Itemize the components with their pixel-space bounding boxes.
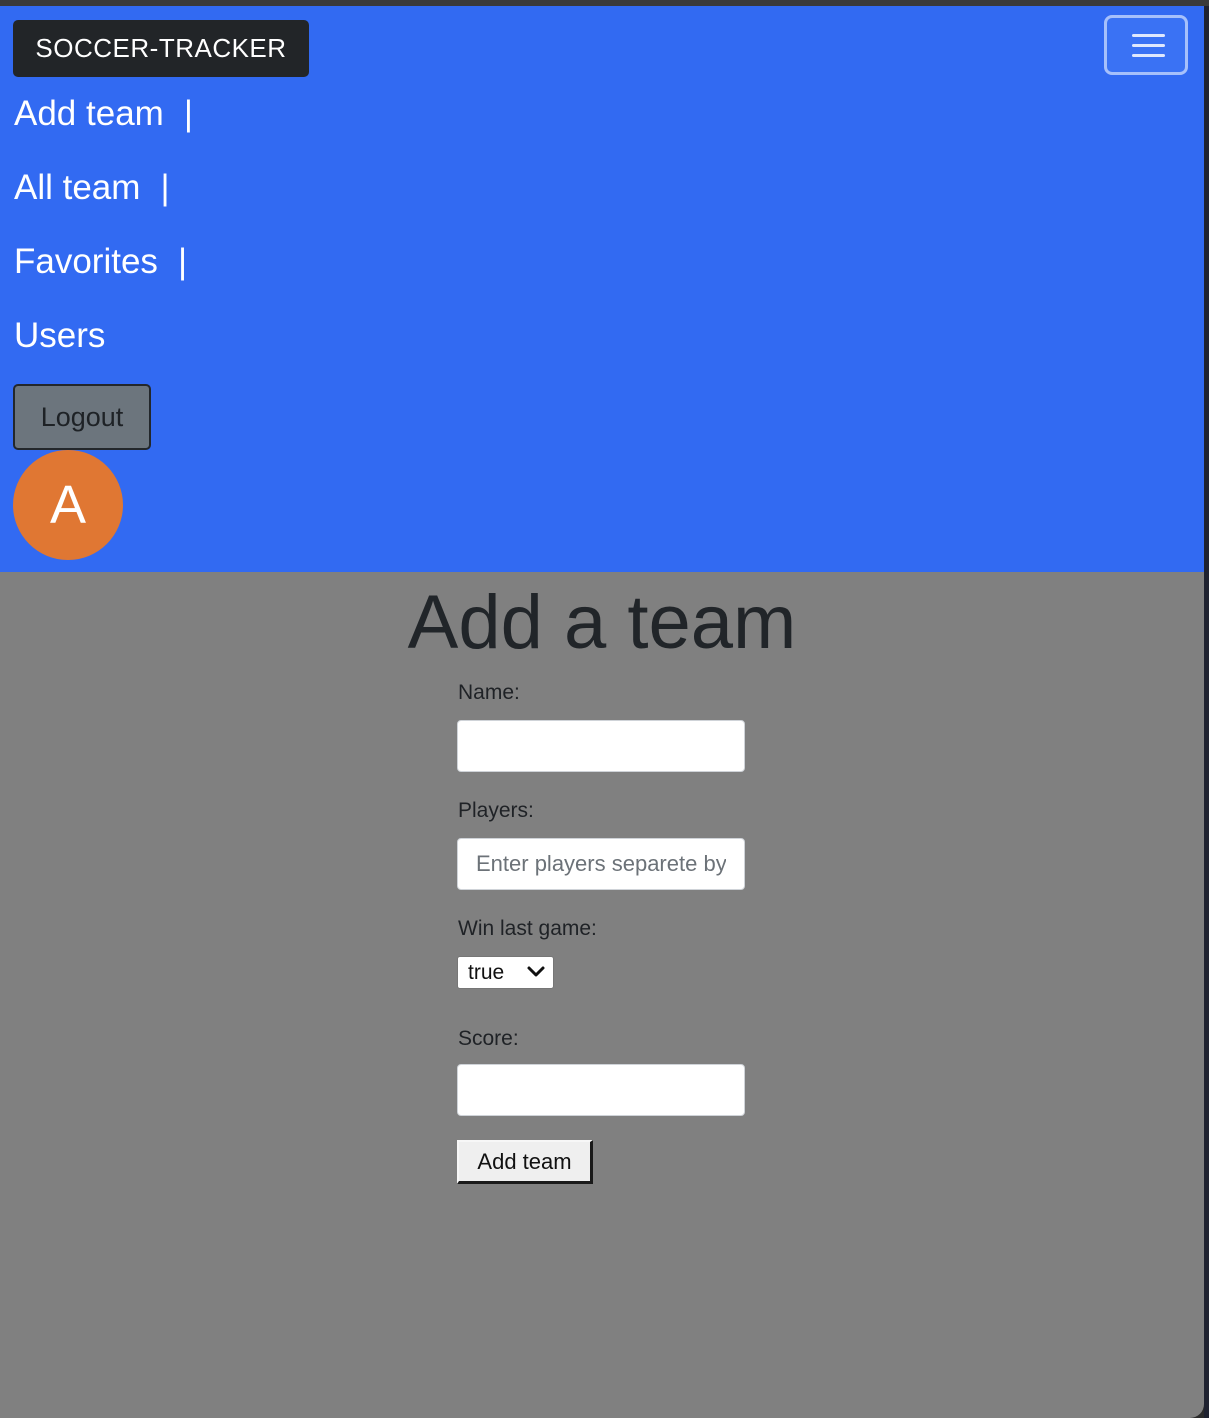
page-title: Add a team <box>407 580 797 665</box>
name-label: Name: <box>458 681 520 704</box>
nav-separator: | <box>177 242 188 281</box>
win-last-game-select[interactable]: true <box>457 956 554 989</box>
select-value: true <box>468 961 505 984</box>
browser-viewport: SOCCER-TRACKER Add team | All team | Favor… <box>0 6 1204 1418</box>
nav-link-label: Favorites <box>14 242 158 281</box>
nav-link-label: Add team <box>14 94 164 133</box>
score-input[interactable] <box>457 1064 745 1116</box>
navbar-toggler-button[interactable] <box>1104 15 1188 75</box>
nav-separator: | <box>183 94 193 133</box>
nav-link-label: Users <box>14 316 106 355</box>
name-input[interactable] <box>457 720 745 772</box>
logout-button[interactable]: Logout <box>13 384 151 450</box>
players-label: Players: <box>458 799 534 822</box>
chevron-down-icon <box>527 966 545 977</box>
nav-separator: | <box>160 168 170 207</box>
nav-link-all-team[interactable]: All team | <box>14 168 170 208</box>
nav-link-label: All team <box>14 168 141 207</box>
nav-link-add-team[interactable]: Add team | <box>14 94 193 134</box>
win-last-game-label: Win last game: <box>458 917 597 940</box>
score-label: Score: <box>458 1027 519 1050</box>
nav-link-users[interactable]: Users <box>14 316 105 356</box>
add-team-submit-button[interactable]: Add team <box>457 1140 593 1184</box>
nav-link-favorites[interactable]: Favorites | <box>14 242 187 282</box>
players-input[interactable] <box>457 838 745 890</box>
user-avatar[interactable]: A <box>13 450 123 560</box>
window-right-edge <box>1204 6 1209 1418</box>
navbar: SOCCER-TRACKER Add team | All team | Favor… <box>0 6 1204 572</box>
brand-logo[interactable]: SOCCER-TRACKER <box>13 20 309 77</box>
